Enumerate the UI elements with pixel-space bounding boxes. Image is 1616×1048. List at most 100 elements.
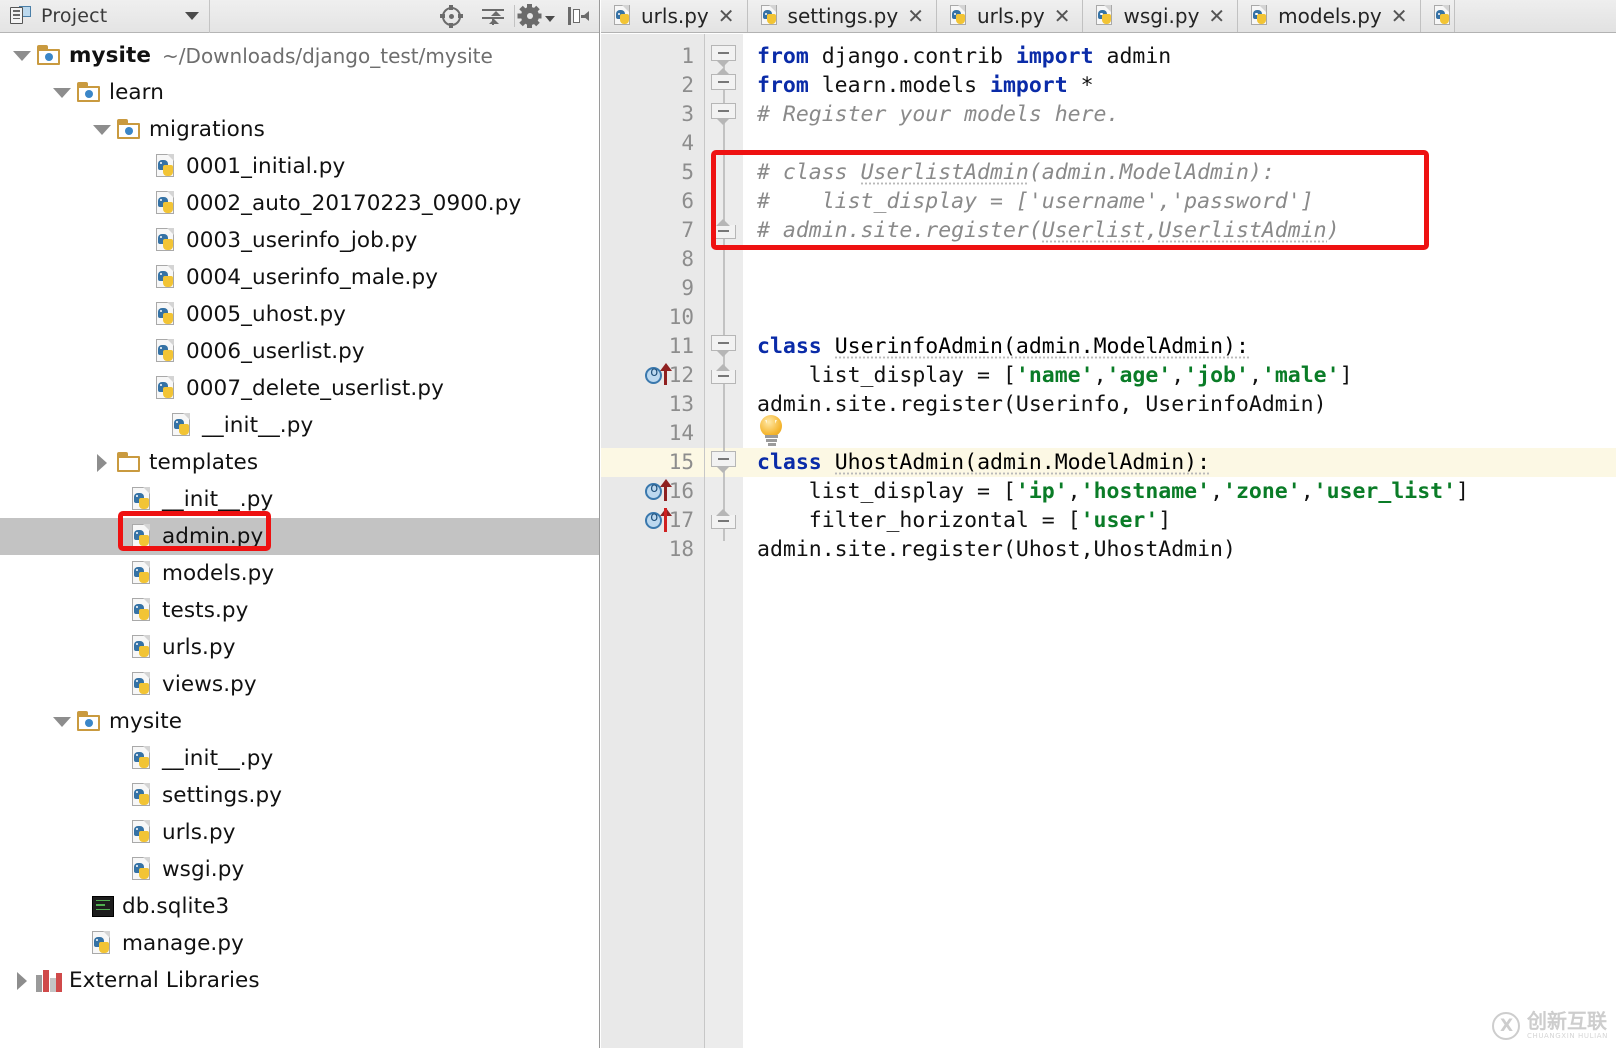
override-method-icon[interactable] xyxy=(645,363,681,387)
tree-item-label: tests.py xyxy=(162,598,249,623)
editor-tab-bar[interactable]: urls.py ✕ settings.py ✕ urls.py ✕ wsgi.py ✕ mode… xyxy=(601,0,1616,33)
tree-item[interactable]: views.py xyxy=(0,666,599,703)
tree-item[interactable]: urls.py xyxy=(0,629,599,666)
code-token: , xyxy=(1145,218,1159,243)
python-file-icon xyxy=(1251,5,1271,27)
hide-panel-button[interactable] xyxy=(557,0,599,33)
editor-tab[interactable]: models.py ✕ xyxy=(1238,0,1421,32)
code-line[interactable]: # admin.site.register(Userlist,UserlistA… xyxy=(757,216,1340,245)
code-line[interactable]: filter_horizontal = ['user'] xyxy=(757,506,1171,535)
fold-marker-start[interactable] xyxy=(711,335,736,357)
tree-item[interactable]: 0005_uhost.py xyxy=(0,296,599,333)
project-view-icon xyxy=(10,6,32,26)
fold-marker-end[interactable] xyxy=(711,509,736,531)
collapse-all-button[interactable] xyxy=(472,0,514,33)
editor-gutter[interactable]: 1 2 3 4 5 6 7 8 9 10 11 12 13 14 15 16 17 18 xyxy=(601,34,705,1048)
tree-item-selected[interactable]: admin.py xyxy=(0,518,599,555)
code-token: 'user_list' xyxy=(1313,479,1457,504)
code-line[interactable]: from django.contrib import admin xyxy=(757,42,1171,71)
tree-item[interactable]: 0007_delete_userlist.py xyxy=(0,370,599,407)
fold-marker-end[interactable] xyxy=(711,219,736,241)
override-method-icon[interactable] xyxy=(645,479,681,503)
code-text-area[interactable]: from django.contrib import admin from lea… xyxy=(743,34,1616,1048)
code-line[interactable]: admin.site.register(Uhost,UhostAdmin) xyxy=(757,535,1236,564)
code-editor[interactable]: 123456789101112131415161718 from django.… xyxy=(601,34,1616,1048)
fold-marker-start[interactable] xyxy=(711,451,736,473)
code-line[interactable]: class UserinfoAdmin(admin.ModelAdmin): xyxy=(757,332,1249,361)
tree-item[interactable]: db.sqlite3 xyxy=(0,888,599,925)
tree-item[interactable]: settings.py xyxy=(0,777,599,814)
tree-item[interactable]: urls.py xyxy=(0,814,599,851)
line-number: 10 xyxy=(668,305,694,329)
tree-item[interactable]: mysite ~/Downloads/django_test/mysite xyxy=(0,37,599,74)
tree-item[interactable]: 0003_userinfo_job.py xyxy=(0,222,599,259)
tree-item[interactable]: migrations xyxy=(0,111,599,148)
lightbulb-intention-icon[interactable] xyxy=(757,415,785,446)
tree-item[interactable]: learn xyxy=(0,74,599,111)
fold-marker-start[interactable] xyxy=(711,103,736,125)
code-line[interactable]: admin.site.register(Userinfo, UserinfoAd… xyxy=(757,390,1327,419)
code-token: , xyxy=(1171,363,1185,388)
chevron-down-icon[interactable] xyxy=(48,716,76,727)
code-token: ] xyxy=(1158,508,1172,533)
editor-tab-label: settings.py xyxy=(787,4,899,28)
code-token: import xyxy=(990,73,1068,98)
chevron-down-icon[interactable] xyxy=(185,12,199,20)
fold-marker-start[interactable] xyxy=(711,45,736,67)
code-line[interactable]: list_display = ['ip','hostname','zone','… xyxy=(757,477,1469,506)
code-line[interactable]: # list_display = ['username','password'] xyxy=(757,187,1314,216)
fold-marker-end[interactable] xyxy=(711,364,736,386)
code-line[interactable]: from learn.models import * xyxy=(757,71,1094,100)
code-folding-column[interactable] xyxy=(705,34,743,1048)
override-method-icon[interactable] xyxy=(645,508,681,532)
tree-item[interactable]: __init__.py xyxy=(0,740,599,777)
code-line[interactable]: class UhostAdmin(admin.ModelAdmin): xyxy=(757,448,1211,477)
tree-item[interactable]: 0004_userinfo_male.py xyxy=(0,259,599,296)
project-tree[interactable]: mysite ~/Downloads/django_test/mysite lear… xyxy=(0,33,599,999)
tree-item[interactable]: External Libraries xyxy=(0,962,599,999)
code-token: ) xyxy=(1326,218,1340,243)
chevron-right-icon[interactable] xyxy=(8,971,36,990)
chevron-down-icon[interactable] xyxy=(88,124,116,135)
editor-tab[interactable]: wsgi.py ✕ xyxy=(1083,0,1239,32)
close-icon[interactable]: ✕ xyxy=(1208,6,1225,26)
editor-tab[interactable]: urls.py ✕ xyxy=(601,0,748,32)
project-view-selector[interactable]: Project xyxy=(0,0,210,33)
gear-icon xyxy=(517,4,542,28)
chevron-down-icon[interactable] xyxy=(8,50,36,61)
tree-item[interactable]: manage.py xyxy=(0,925,599,962)
tree-item[interactable]: 0001_initial.py xyxy=(0,148,599,185)
code-token: * xyxy=(1067,73,1094,98)
close-icon[interactable]: ✕ xyxy=(907,6,924,26)
chevron-right-icon[interactable] xyxy=(88,453,116,472)
locate-in-tree-button[interactable] xyxy=(430,0,472,33)
chevron-down-icon[interactable] xyxy=(48,87,76,98)
chevron-down-icon[interactable] xyxy=(544,16,555,22)
settings-button[interactable] xyxy=(515,0,557,33)
code-line[interactable]: # class UserlistAdmin(admin.ModelAdmin): xyxy=(757,158,1275,187)
code-line[interactable]: list_display = ['name','age','job','male… xyxy=(757,361,1353,390)
tree-item[interactable]: __init__.py xyxy=(0,481,599,518)
close-icon[interactable]: ✕ xyxy=(1054,6,1071,26)
tree-item[interactable]: templates xyxy=(0,444,599,481)
editor-tab[interactable]: urls.py ✕ xyxy=(936,0,1084,32)
fold-marker-mid[interactable] xyxy=(711,68,736,96)
tree-item[interactable]: wsgi.py xyxy=(0,851,599,888)
tree-item[interactable]: 0006_userlist.py xyxy=(0,333,599,370)
tree-item[interactable]: tests.py xyxy=(0,592,599,629)
code-token: admin.site.register(Userinfo, UserinfoAd… xyxy=(757,392,1327,417)
tree-item-label: External Libraries xyxy=(69,968,260,993)
tree-item[interactable]: mysite xyxy=(0,703,599,740)
code-line[interactable]: # Register your models here. xyxy=(757,100,1119,129)
close-icon[interactable]: ✕ xyxy=(1391,6,1408,26)
tree-item-label: 0006_userlist.py xyxy=(186,339,365,364)
close-icon[interactable]: ✕ xyxy=(718,6,735,26)
tree-item[interactable]: models.py xyxy=(0,555,599,592)
editor-tab-partial[interactable] xyxy=(1420,0,1455,32)
python-file-icon xyxy=(156,228,179,253)
tree-item[interactable]: __init__.py xyxy=(0,407,599,444)
tree-item[interactable]: 0002_auto_20170223_0900.py xyxy=(0,185,599,222)
editor-tab[interactable]: settings.py ✕ xyxy=(747,0,937,32)
